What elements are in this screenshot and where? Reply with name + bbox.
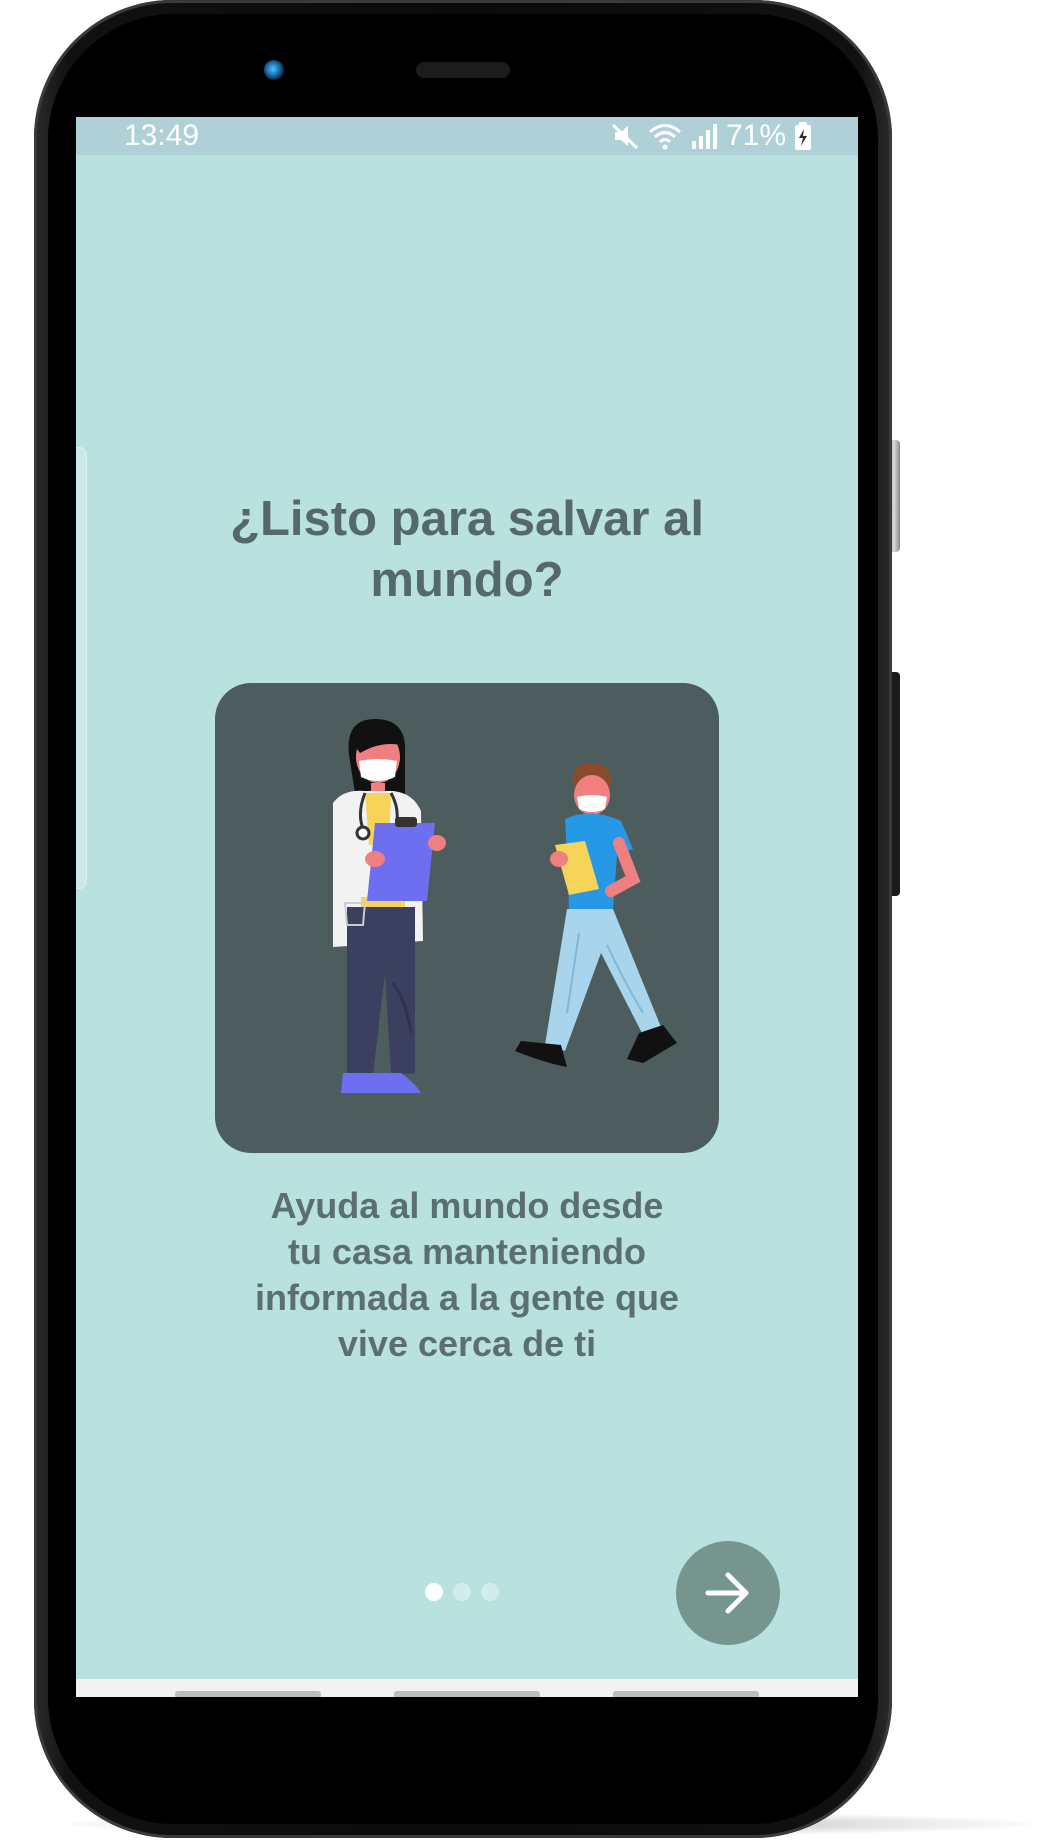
signal-icon — [691, 124, 717, 149]
nav-back-button[interactable] — [613, 1691, 759, 1697]
description-line: vive cerca de ti — [337, 1323, 597, 1364]
illustration-graphic — [333, 719, 677, 1093]
page-dot[interactable] — [453, 1583, 471, 1601]
nav-home-button[interactable] — [394, 1691, 540, 1697]
next-button[interactable] — [676, 1541, 780, 1645]
title-line: ¿Listo para salvar al — [230, 492, 704, 546]
description-line: informada a la gente que — [254, 1277, 680, 1318]
earpiece-speaker — [416, 62, 510, 78]
title-line: mundo? — [370, 553, 564, 607]
status-icons: 71% — [610, 119, 812, 153]
onboarding-description: Ayuda al mundo desde tu casa manteniendo… — [76, 1183, 858, 1367]
doctor-figure — [333, 719, 446, 1093]
doctor-nurse-illustration — [215, 683, 719, 1153]
page-dot-active[interactable] — [425, 1583, 443, 1601]
nurse-figure — [515, 763, 677, 1067]
device-mockup: 13:49 71% ¿Listo para salvar al mundo? A… — [0, 0, 1042, 1842]
wifi-icon — [648, 124, 681, 150]
front-camera — [264, 60, 284, 80]
description-line: Ayuda al mundo desde — [270, 1185, 664, 1226]
mute-icon — [611, 123, 638, 150]
app-screen: 13:49 71% ¿Listo para salvar al mundo? A… — [76, 117, 858, 1697]
arrow-right-icon — [705, 1572, 749, 1614]
status-time: 13:49 — [124, 119, 200, 152]
status-bar: 13:49 71% — [76, 117, 858, 155]
onboarding-title: ¿Listo para salvar al mundo? — [76, 489, 858, 611]
page-dot[interactable] — [481, 1583, 499, 1601]
battery-charging-icon — [795, 122, 811, 150]
description-line: tu casa manteniendo — [287, 1231, 647, 1272]
system-navigation-bar — [76, 1679, 858, 1697]
page-indicator — [425, 1582, 499, 1602]
nav-recents-button[interactable] — [175, 1691, 321, 1697]
battery-percent: 71% — [725, 119, 786, 152]
